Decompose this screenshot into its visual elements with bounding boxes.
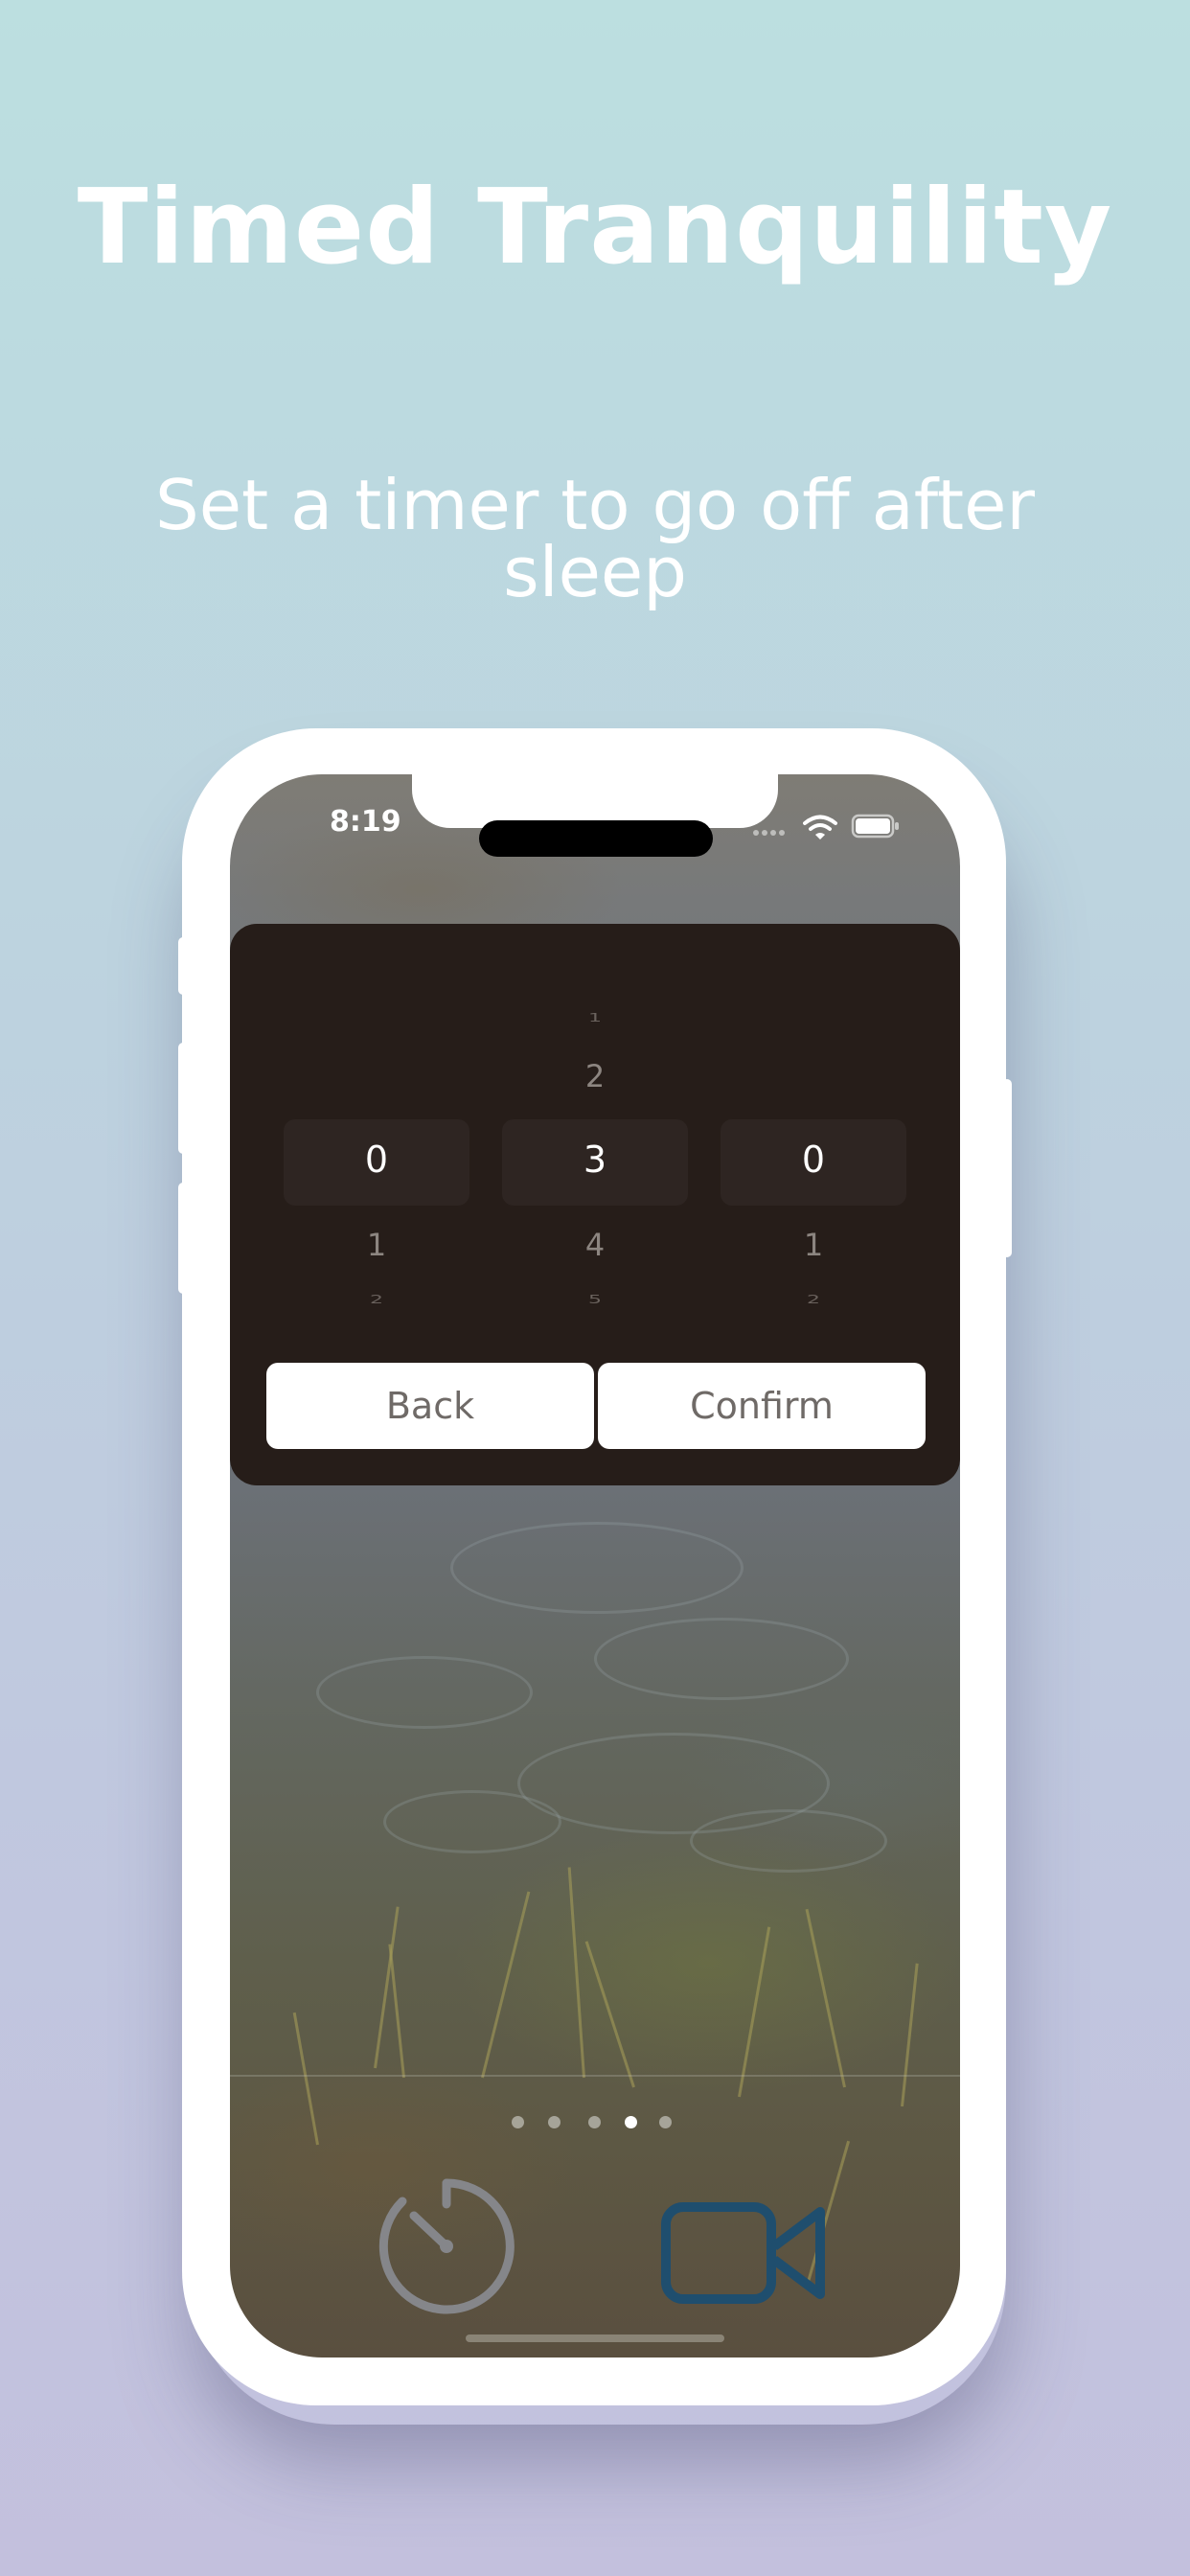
picker-value: 2 xyxy=(370,1293,383,1307)
page-dot-4[interactable] xyxy=(625,2116,637,2128)
water-ripple xyxy=(690,1809,887,1873)
timer-picker-card: 0 1 2 1 2 3 4 5 0 1 2 Back Confirm xyxy=(230,924,960,1485)
grass-blade xyxy=(388,1944,405,2079)
grass-blade xyxy=(481,1891,531,2079)
grass-blade xyxy=(738,1926,771,2098)
page-dot-3[interactable] xyxy=(588,2116,601,2128)
picker-value: 4 xyxy=(584,1227,606,1263)
page-dot-1[interactable] xyxy=(512,2116,524,2128)
video-camera-icon[interactable] xyxy=(661,2202,826,2304)
grass-blade xyxy=(292,2012,319,2146)
picker-value: 1 xyxy=(803,1227,824,1263)
picker-selected-value: 0 xyxy=(801,1138,826,1181)
page-dot-2[interactable] xyxy=(548,2116,561,2128)
page-indicator[interactable] xyxy=(512,2116,675,2129)
back-button[interactable]: Back xyxy=(266,1363,594,1449)
timer-icon[interactable] xyxy=(376,2175,517,2317)
water-ripple xyxy=(383,1790,561,1853)
home-indicator[interactable] xyxy=(466,2334,724,2342)
picker-selected-value: 0 xyxy=(364,1138,389,1181)
wifi-icon xyxy=(803,815,837,840)
water-ripple xyxy=(316,1656,533,1729)
battery-icon xyxy=(851,814,899,839)
picker-value: 1 xyxy=(588,1011,602,1025)
phone-screen: 8:19 0 1 2 1 2 3 4 5 0 1 2 Back Confirm xyxy=(230,774,960,2358)
promo-subtitle: Set a timer to go off after sleep xyxy=(155,465,1035,612)
promo-title: Timed Tranquility xyxy=(77,168,1113,288)
mute-switch xyxy=(178,937,188,995)
grass-blade xyxy=(567,1867,585,2079)
page-dot-5[interactable] xyxy=(659,2116,672,2128)
divider xyxy=(230,2075,960,2077)
minutes-ones-column[interactable]: 0 1 2 xyxy=(721,924,906,1346)
water-ripple xyxy=(450,1522,744,1614)
minutes-tens-column[interactable]: 1 2 3 4 5 xyxy=(502,924,688,1346)
cellular-signal-icon xyxy=(753,830,786,836)
picker-value: 5 xyxy=(588,1293,602,1307)
front-camera xyxy=(479,820,713,857)
confirm-button[interactable]: Confirm xyxy=(598,1363,926,1449)
water-ripple xyxy=(594,1618,849,1700)
power-button xyxy=(1002,1079,1012,1257)
status-time: 8:19 xyxy=(330,805,401,839)
volume-down-button xyxy=(178,1183,188,1294)
hours-column[interactable]: 0 1 2 xyxy=(284,924,469,1346)
grass-blade xyxy=(901,1963,919,2107)
volume-up-button xyxy=(178,1043,188,1154)
picker-selected-value: 3 xyxy=(583,1138,607,1181)
grass-blade xyxy=(584,1941,635,2088)
picker-value: 2 xyxy=(807,1293,820,1307)
picker-value: 2 xyxy=(584,1058,606,1094)
grass-blade xyxy=(805,1908,846,2088)
picker-value: 1 xyxy=(366,1227,387,1263)
